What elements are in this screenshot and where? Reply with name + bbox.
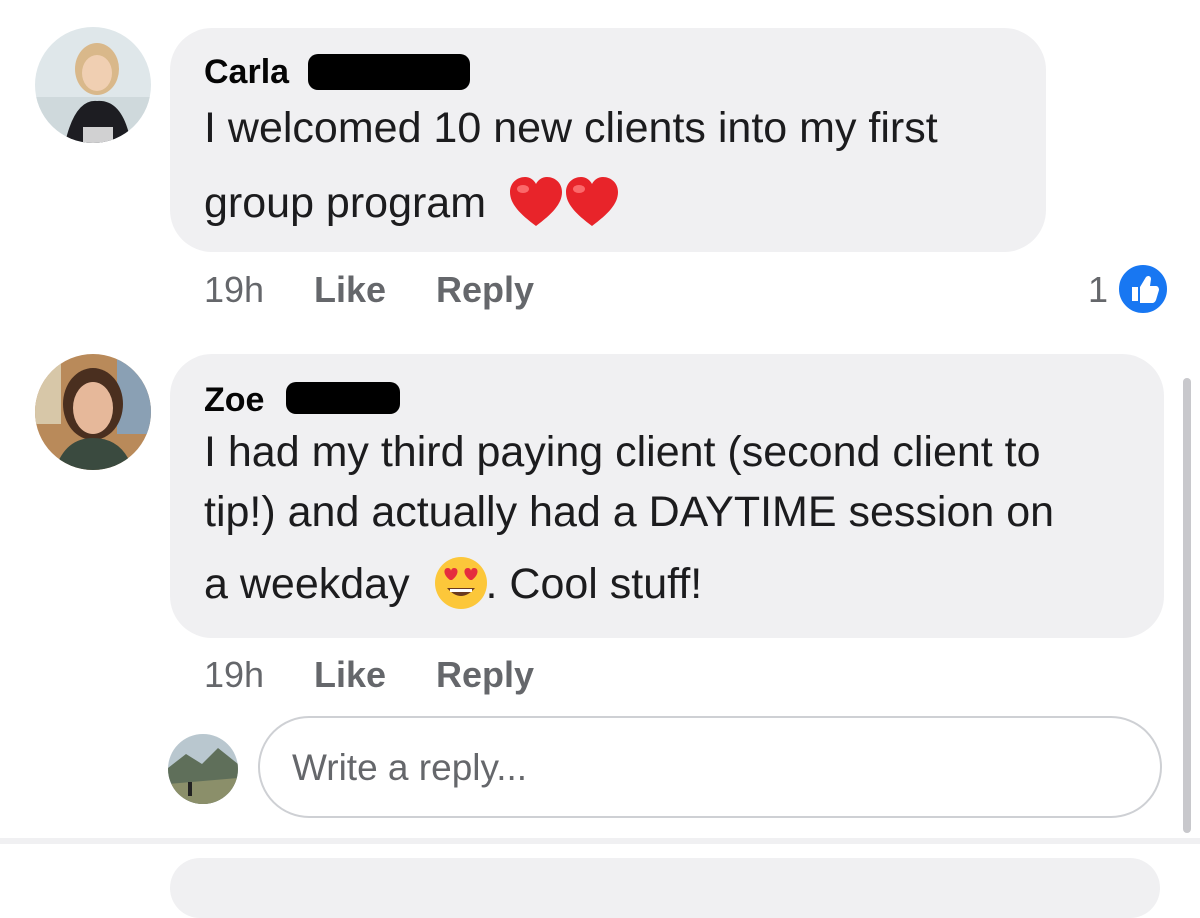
- redaction-bar: [308, 54, 470, 90]
- avatar-current-user: [168, 734, 238, 804]
- comment-author-name[interactable]: Zoe: [204, 380, 264, 420]
- like-button[interactable]: Like: [314, 270, 386, 310]
- reaction-count[interactable]: 1: [1088, 270, 1108, 310]
- comment-text-line-content: a weekday: [204, 560, 410, 608]
- reply-input[interactable]: Write a reply...: [258, 716, 1162, 818]
- comment-text: I had my third paying client (second cli…: [204, 422, 1054, 614]
- comment-author-name[interactable]: Carla: [204, 52, 289, 92]
- comment-text-line: a weekday . Cool stuff!: [204, 554, 1054, 614]
- comment-meta: 19h Like Reply: [0, 655, 1200, 695]
- like-button[interactable]: Like: [314, 655, 386, 695]
- comment-text-line: I had my third paying client (second cli…: [204, 428, 1041, 476]
- comment-text-line: tip!) and actually had a DAYTIME session…: [204, 488, 1055, 536]
- avatar-zoe[interactable]: [35, 354, 151, 470]
- redaction-bar: [286, 382, 400, 414]
- comment-text-line: group program: [204, 171, 938, 236]
- thumbs-up-icon: [1132, 275, 1159, 303]
- comment-meta: 19h Like Reply: [0, 270, 1200, 310]
- avatar-carla[interactable]: [35, 27, 151, 143]
- comment-timestamp[interactable]: 19h: [204, 655, 264, 695]
- scrollbar[interactable]: [1183, 378, 1191, 833]
- heart-eyes-emoji-icon: [434, 556, 487, 609]
- avatar-photo-icon: [35, 354, 151, 470]
- comment-text-line-content: group program: [204, 179, 487, 227]
- section-divider: [0, 838, 1200, 844]
- reply-button[interactable]: Reply: [436, 655, 534, 695]
- comment-text-line-content: . Cool stuff!: [485, 560, 703, 608]
- reply-input-placeholder: Write a reply...: [292, 747, 528, 788]
- red-heart-icon: [510, 176, 562, 226]
- reply-button[interactable]: Reply: [436, 270, 534, 310]
- avatar-photo-icon: [168, 734, 238, 804]
- red-heart-icon: [566, 176, 618, 226]
- comment-text: I welcomed 10 new clients into my first …: [204, 96, 938, 236]
- avatar-photo-icon: [35, 27, 151, 143]
- comment-timestamp[interactable]: 19h: [204, 270, 264, 310]
- next-comment-bubble: [170, 858, 1160, 918]
- comment-text-line: I welcomed 10 new clients into my first: [204, 104, 938, 152]
- like-reaction-icon[interactable]: [1116, 262, 1170, 316]
